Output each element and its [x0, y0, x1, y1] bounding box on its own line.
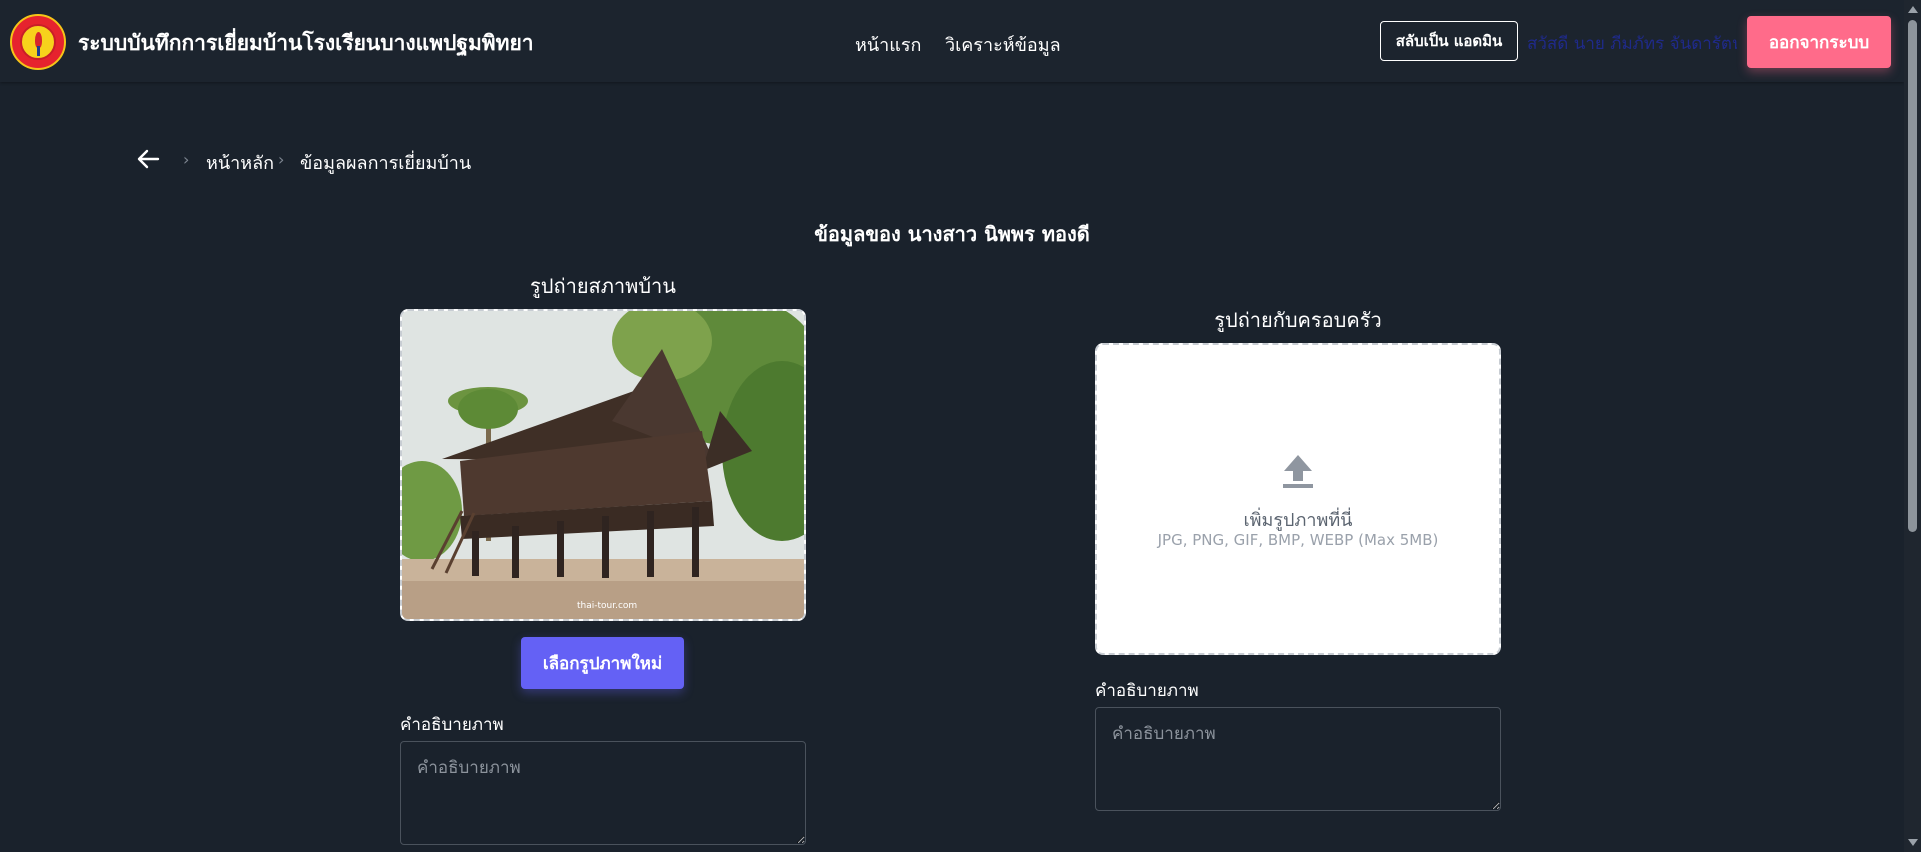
- switch-admin-button[interactable]: สลับเป็น แอดมิน: [1380, 21, 1518, 61]
- top-navbar: ระบบบันทึกการเยี่ยมบ้านโรงเรียนบางแพปฐมพ…: [0, 0, 1904, 82]
- chevron-right-icon: ›: [278, 150, 285, 169]
- user-greeting: สวัสดี นาย ภีมภัทร จันดารัตน์: [1527, 34, 1737, 54]
- family-photo-upload[interactable]: เพิ่มรูปภาพที่นี่ JPG, PNG, GIF, BMP, WE…: [1095, 343, 1501, 655]
- family-photo-title: รูปถ่ายกับครอบครัว: [1214, 308, 1382, 332]
- school-logo[interactable]: [10, 14, 66, 70]
- nav-home[interactable]: หน้าแรก: [855, 30, 921, 59]
- breadcrumb-current: ข้อมูลผลการเยี่ยมบ้าน: [300, 153, 472, 174]
- house-photo-title: รูปถ่ายสภาพบ้าน: [530, 274, 676, 298]
- breadcrumb-home[interactable]: หน้าหลัก: [206, 148, 274, 177]
- choose-new-image-button[interactable]: เลือกรูปภาพใหม่: [521, 637, 684, 689]
- chevron-right-icon: ›: [183, 150, 190, 169]
- scrollbar-thumb[interactable]: [1908, 20, 1917, 532]
- house-photo[interactable]: thai-tour.com: [400, 309, 806, 621]
- logo-emblem: [20, 24, 56, 60]
- family-desc-input[interactable]: [1095, 707, 1501, 811]
- page-scrollbar[interactable]: [1904, 0, 1921, 852]
- upload-icon: [1283, 455, 1313, 488]
- nav-analytics[interactable]: วิเคราะห์ข้อมูล: [945, 30, 1061, 59]
- logout-button[interactable]: ออกจากระบบ: [1747, 16, 1891, 68]
- house-desc-label: คำอธิบายภาพ: [400, 715, 504, 735]
- torch-icon: [37, 46, 40, 56]
- upload-text: เพิ่มรูปภาพที่นี่: [1243, 510, 1353, 531]
- upload-hint: JPG, PNG, GIF, BMP, WEBP (Max 5MB): [1157, 531, 1439, 549]
- app-title[interactable]: ระบบบันทึกการเยี่ยมบ้านโรงเรียนบางแพปฐมพ…: [78, 27, 534, 60]
- photo-watermark: thai-tour.com: [577, 601, 637, 611]
- scroll-down-icon[interactable]: [1908, 839, 1918, 846]
- family-desc-label: คำอธิบายภาพ: [1095, 681, 1199, 701]
- back-arrow-icon[interactable]: [136, 148, 160, 170]
- page-title: ข้อมูลของ นางสาว นิพพร ทองดี: [814, 222, 1090, 246]
- house-image: thai-tour.com: [402, 311, 804, 619]
- house-desc-input[interactable]: [400, 741, 806, 845]
- scroll-up-icon[interactable]: [1908, 6, 1918, 13]
